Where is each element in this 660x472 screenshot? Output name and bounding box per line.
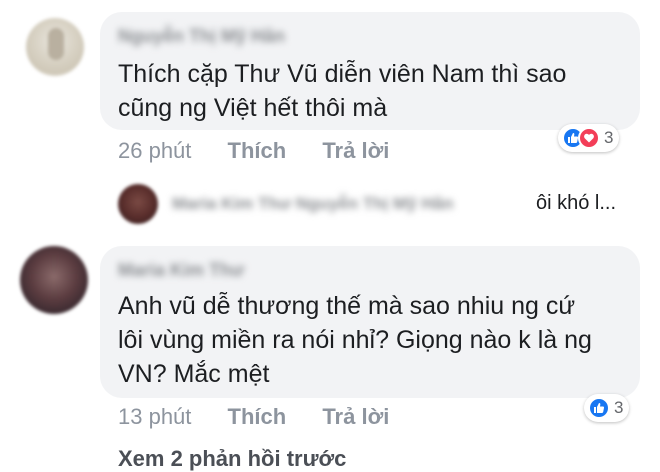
comment-meta: 13 phút Thích Trả lời	[118, 404, 389, 430]
avatar[interactable]	[20, 246, 88, 314]
comment-text-line-2: cũng ng Việt hết thôi mà	[118, 94, 388, 122]
comment-text-line-3: VN? Mắc mệt	[118, 360, 270, 388]
reaction-summary[interactable]: 3	[558, 124, 620, 152]
reaction-summary[interactable]: 3	[584, 394, 630, 422]
comment-text-line-2: lôi vùng miền ra nói nhỉ? Giọng nào k là…	[118, 326, 592, 354]
like-icon	[588, 397, 610, 419]
reaction-count: 3	[604, 128, 614, 147]
reply-preview[interactable]: Maria Kim Thư Nguyễn Thị Mỹ Hân ôi khó l…	[0, 180, 660, 228]
avatar[interactable]	[26, 18, 84, 76]
reply-author[interactable]: Maria Kim Thư Nguyễn Thị Mỹ Hân	[172, 194, 454, 214]
view-previous-replies-link[interactable]: Xem 2 phản hồi trước	[118, 446, 346, 472]
comment-time[interactable]: 13 phút	[118, 404, 191, 429]
avatar[interactable]	[118, 184, 158, 224]
comment-author[interactable]: Maria Kim Thư	[118, 260, 244, 281]
comment-text-line-1: Anh vũ dễ thương thế mà sao nhiu ng cứ	[118, 292, 576, 320]
comment-author[interactable]: Nguyễn Thị Mỹ Hân	[118, 26, 285, 47]
comment-time[interactable]: 26 phút	[118, 138, 191, 163]
reply-button[interactable]: Trả lời	[322, 138, 389, 163]
reply-text: ôi khó l...	[536, 192, 617, 214]
comment-meta: 26 phút Thích Trả lời	[118, 138, 389, 164]
comment-text-line-1: Thích cặp Thư Vũ diễn viên Nam thì sao	[118, 60, 567, 88]
reply-button[interactable]: Trả lời	[322, 404, 389, 429]
reaction-count: 3	[614, 398, 624, 417]
heart-icon	[578, 127, 600, 149]
like-button[interactable]: Thích	[228, 404, 287, 429]
like-button[interactable]: Thích	[228, 138, 287, 163]
